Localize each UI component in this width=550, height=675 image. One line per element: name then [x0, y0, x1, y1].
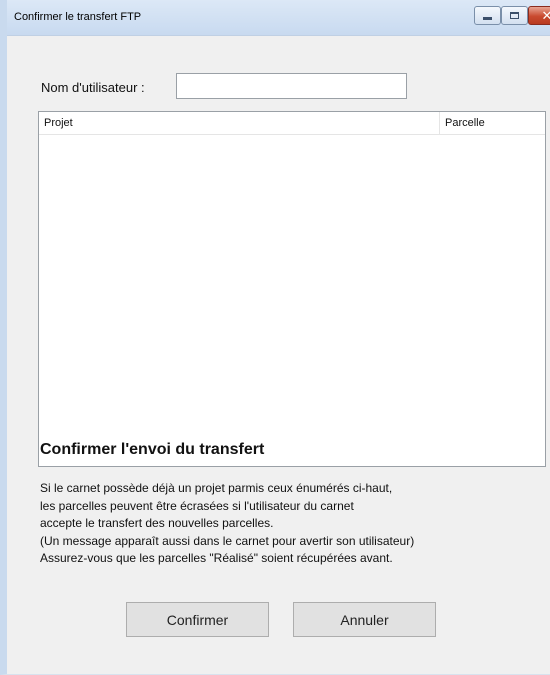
column-header-parcelle[interactable]: Parcelle: [440, 112, 545, 134]
dialog-content: Nom d'utilisateur : Projet Parcelle Conf…: [14, 36, 550, 674]
message-line: Si le carnet possède déjà un projet parm…: [40, 481, 393, 495]
minimize-icon: [483, 17, 492, 20]
column-header-projet[interactable]: Projet: [39, 112, 440, 134]
username-input[interactable]: [176, 73, 407, 99]
message-line: (Un message apparaît aussi dans le carne…: [40, 533, 415, 548]
minimize-button[interactable]: [474, 6, 501, 25]
maximize-icon: [510, 12, 519, 19]
message-line: accepte le transfert des nouvelles parce…: [40, 516, 274, 530]
cancel-button[interactable]: Annuler: [293, 602, 436, 637]
maximize-button[interactable]: [501, 6, 528, 25]
username-label: Nom d'utilisateur :: [41, 80, 145, 95]
project-list[interactable]: Projet Parcelle: [38, 111, 546, 467]
confirmation-heading: Confirmer l'envoi du transfert: [40, 441, 265, 458]
dialog-window: Confirmer le transfert FTP ✕ Nom d'utili…: [0, 0, 550, 675]
list-header: Projet Parcelle: [39, 112, 545, 135]
message-line: les parcelles peuvent être écrasées si l…: [40, 498, 354, 513]
message-line: Assurez-vous que les parcelles "Réalisé"…: [40, 551, 393, 565]
close-button[interactable]: ✕: [528, 6, 550, 25]
confirm-button[interactable]: Confirmer: [126, 602, 269, 637]
window-title: Confirmer le transfert FTP: [14, 11, 142, 23]
close-icon: ✕: [541, 8, 550, 23]
confirmation-message: Si le carnet possède déjà un projet parm…: [40, 480, 414, 568]
title-bar[interactable]: Confirmer le transfert FTP ✕: [7, 0, 550, 36]
